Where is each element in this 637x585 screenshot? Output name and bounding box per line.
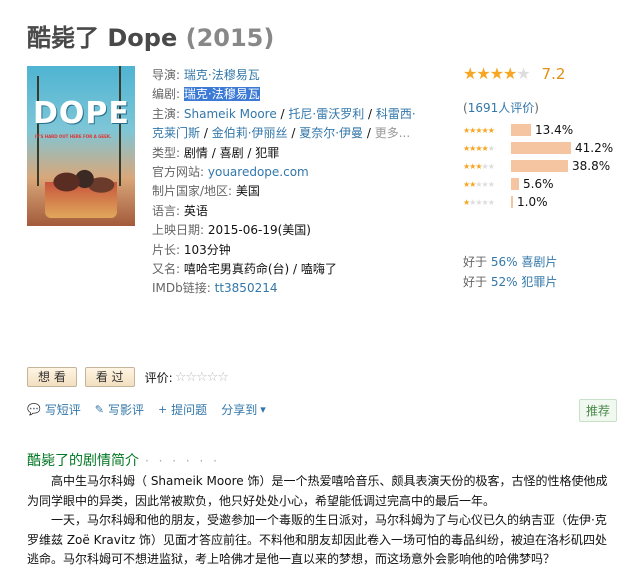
poster-palm-tree [37,76,39,186]
language-value: 英语 [183,203,208,218]
cast-link[interactable]: Shameik Moore [184,107,277,121]
better-than-comedy-link[interactable]: 56% 喜剧片 [491,255,558,269]
rating-percent: 5.6% [523,177,554,191]
rate-stars-input[interactable]: ☆☆☆☆☆ [175,370,229,385]
two-star-icon: ★★★★★ [463,179,495,189]
rating-row: ★★★★★ 1.0% [463,193,613,211]
aka-label: 又名: [152,262,181,277]
four-star-icon: ★★★★★ [463,143,495,153]
rating-row: ★★★★★ 5.6% [463,175,613,193]
better-than-crime-link[interactable]: 52% 犯罪片 [491,275,558,289]
site-label: 官方网站: [152,165,205,180]
cast-link[interactable]: 托尼·雷沃罗利 [288,107,364,121]
heading-dots: · · · · · · [145,454,220,468]
country-value: 美国 [235,184,260,199]
official-site-link[interactable]: youaredope.com [208,165,309,179]
poster-tagline: IT'S HARD OUT HERE FOR A GEEK. [35,134,112,139]
rating-distribution: ★★★★★ 13.4% ★★★★★ 41.2% ★★★★★ 38.8% ★★★★… [463,121,613,211]
release-value: 2015-06-19(美国) [207,223,311,238]
five-star-icon: ★★★★★ [463,125,495,135]
genre-label: 类型: [152,145,181,160]
want-to-watch-button[interactable]: 想 看 [27,367,77,387]
movie-info: 导演: 瑞克·法穆易瓦 编剧: 瑞克·法穆易瓦 主演: Shameik Moor… [152,68,416,296]
rating-bar [511,196,513,208]
pencil-icon: ✎ [94,403,104,416]
genre-item: 犯罪 [255,145,280,160]
director-label: 导演: [152,68,181,82]
writer-label: 编剧: [152,87,181,102]
better-than: 好于 56% 喜剧片 好于 52% 犯罪片 [463,255,558,289]
rating-bar [511,124,531,136]
language-label: 语言: [152,203,181,218]
rating-percent: 41.2% [575,141,614,155]
rating-summary: ★★★★★ 7.2 [463,64,633,83]
movie-year: (2015) [185,24,275,52]
poster-headline: DOPE [33,96,130,131]
rating-row: ★★★★★ 41.2% [463,139,613,157]
chevron-down-icon: ▾ [260,403,266,416]
summary-paragraph: 高中生马尔科姆（ Shameik Moore 饰）是一个热爱嘻哈音乐、颇具表演天… [27,474,608,508]
cast-label: 主演: [152,106,181,121]
summary-heading: 酷毙了的剧情简介 · · · · · · [27,453,220,469]
summary-paragraph: 一天，马尔科姆和他的朋友，受邀参加一个毒贩的生日派对，马尔科姆为了与心仪已久的纳… [27,513,607,566]
write-short-review-link[interactable]: 💬 写短评 [27,401,81,418]
movie-poster[interactable]: DOPE IT'S HARD OUT HERE FOR A GEEK. [27,66,135,226]
action-links: 💬 写短评 ✎ 写影评 + 提问题 分享到 ▾ 推荐 [27,399,617,422]
write-review-link[interactable]: ✎ 写影评 [95,401,144,418]
cast-more-link[interactable]: 更多... [375,126,410,140]
votes-link[interactable]: 1691人评价 [468,101,535,115]
rating-stars-icon: ★★★★★ [463,64,531,83]
cast-link[interactable]: 夏奈尔·伊曼 [299,126,363,140]
rating-bar [511,142,571,154]
rating-percent: 38.8% [572,159,611,173]
recommend-button[interactable]: 推荐 [578,399,617,422]
genre-item: 喜剧 [219,145,244,160]
poster-characters [45,158,117,218]
rating-row: ★★★★★ 38.8% [463,157,613,175]
rating-percent: 1.0% [517,195,548,209]
rating-votes[interactable]: (1691人评价) [463,99,539,116]
one-star-icon: ★★★★★ [463,197,495,207]
plot-summary: 高中生马尔科姆（ Shameik Moore 饰）是一个热爱嘻哈音乐、颇具表演天… [27,472,617,570]
imdb-link[interactable]: tt3850214 [215,281,278,295]
cast-link[interactable]: 科雷西· [376,107,416,121]
comment-icon: 💬 [27,403,41,416]
rating-bar [511,178,519,190]
page-title: 酷毙了 Dope (2015) [27,18,274,53]
movie-name: 酷毙了 Dope [27,24,178,52]
rating-row: ★★★★★ 13.4% [463,121,613,139]
aka-value: 嘻哈宅男真药命(台) / 嗑嗨了 [183,262,337,277]
release-label: 上映日期: [152,223,205,238]
runtime-value: 103分钟 [183,242,231,257]
ask-question-link[interactable]: + 提问题 [158,401,207,418]
rating-bar [511,160,568,172]
interest-actions: 想 看 看 过 评价: ☆☆☆☆☆ [27,367,229,387]
rating-score: 7.2 [541,65,566,83]
genre-item: 剧情 [183,145,208,160]
writer-link[interactable]: 瑞克·法穆易瓦 [183,87,260,102]
rating-percent: 13.4% [535,123,574,137]
rate-label: 评价: [144,370,173,385]
cast-link[interactable]: 克莱门斯 [152,126,200,140]
director-link[interactable]: 瑞克·法穆易瓦 [184,68,260,82]
three-star-icon: ★★★★★ [463,161,495,171]
runtime-label: 片长: [152,242,181,257]
country-label: 制片国家/地区: [152,184,233,199]
cast-link[interactable]: 金伯莉·伊丽丝 [212,126,288,140]
plus-icon: + [157,403,168,416]
imdb-label: IMDb链接: [152,281,211,296]
watched-button[interactable]: 看 过 [84,367,135,387]
share-dropdown[interactable]: 分享到 ▾ [221,401,270,418]
